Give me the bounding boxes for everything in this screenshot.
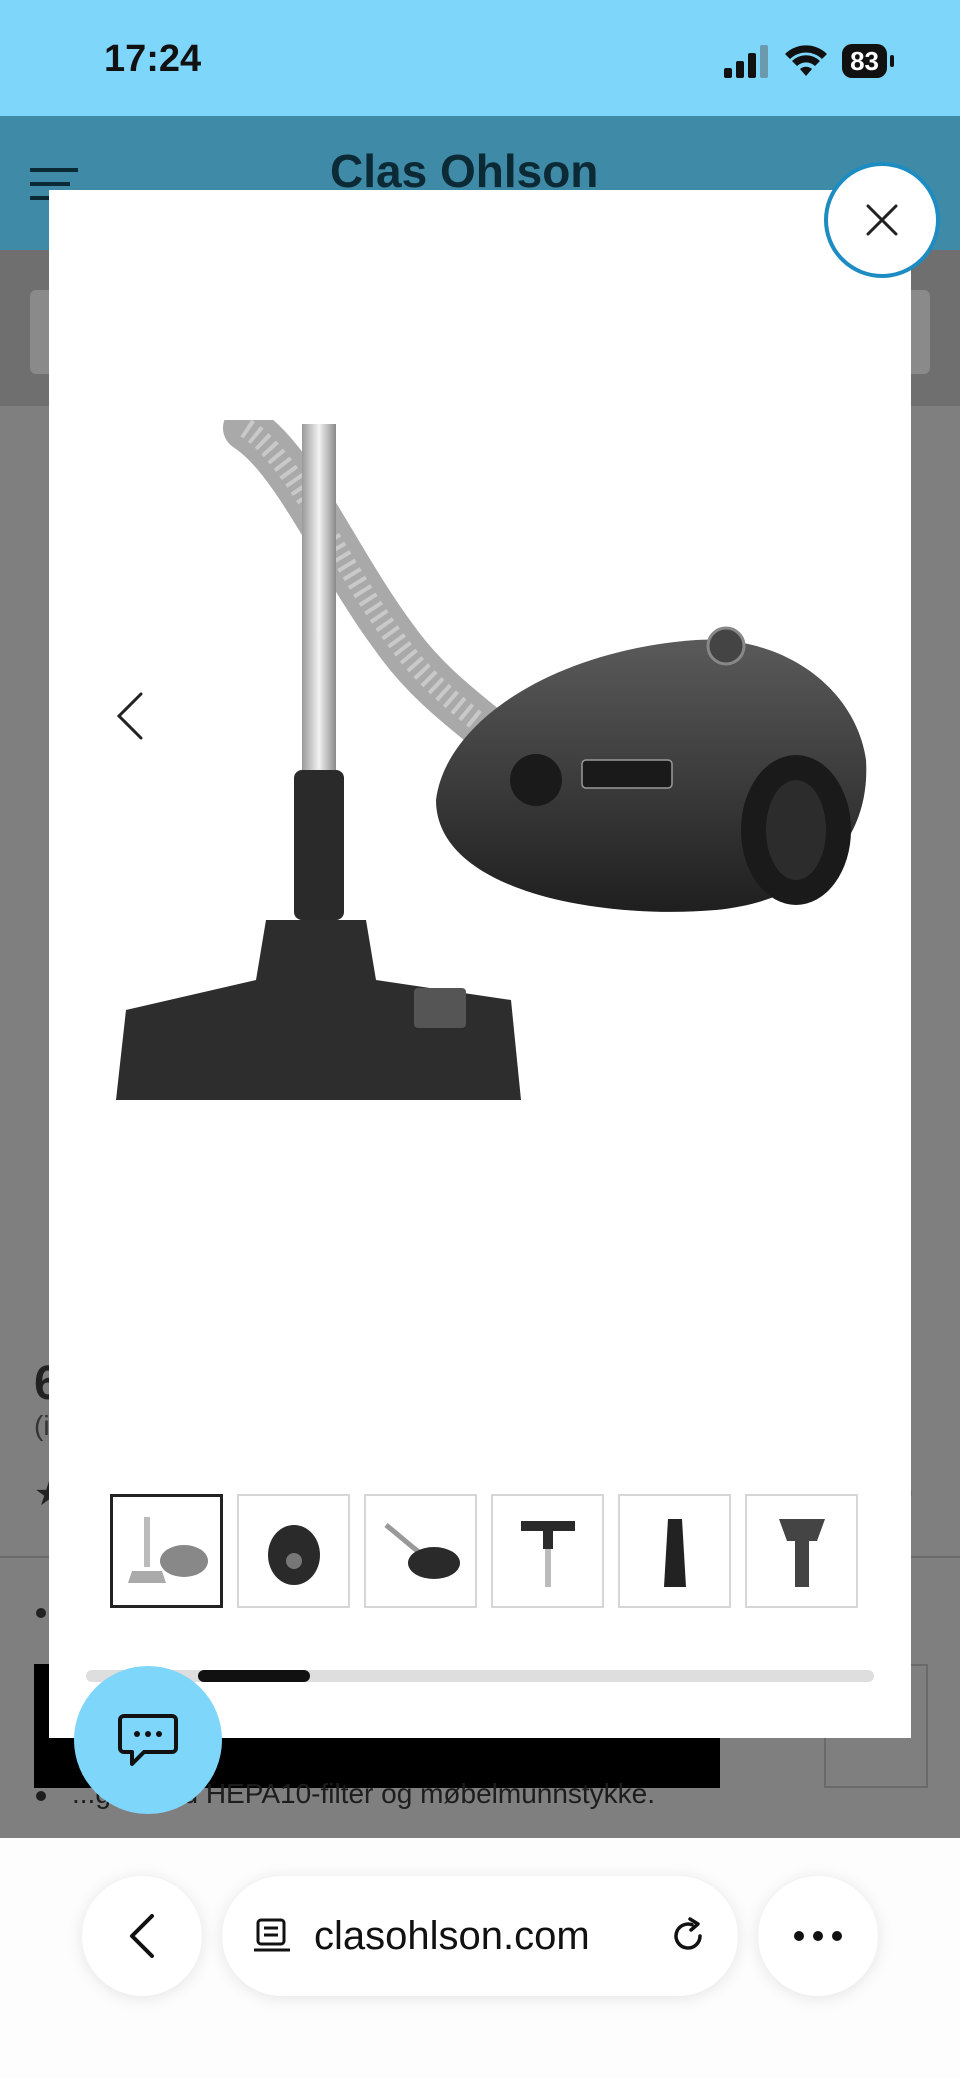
vacuum-front-thumb-icon [267, 1525, 320, 1585]
chat-icon [118, 1714, 178, 1766]
chevron-left-icon [130, 1914, 154, 1958]
wifi-icon [785, 45, 828, 76]
close-icon [866, 204, 898, 236]
thumbnail-6[interactable] [745, 1494, 858, 1608]
reload-icon[interactable] [668, 1916, 708, 1956]
vacuum-full-thumb-icon [127, 1517, 208, 1583]
vacuum-side-thumb-icon [383, 1523, 460, 1579]
background-bullet [36, 1608, 46, 1618]
floor-nozzle-thumb-icon [520, 1521, 575, 1587]
thumbnail-2[interactable] [237, 1494, 350, 1608]
thumbnail-3[interactable] [364, 1494, 477, 1608]
thumbnail-5[interactable] [618, 1494, 731, 1608]
crevice-tool-thumb-icon [663, 1519, 686, 1587]
product-image [116, 420, 867, 1100]
close-button[interactable] [824, 162, 940, 278]
thumbnail-4[interactable] [491, 1494, 604, 1608]
chat-button[interactable] [74, 1666, 222, 1814]
reader-icon [254, 1918, 290, 1952]
status-icons: 83 [724, 44, 894, 78]
browser-more-button[interactable] [758, 1876, 878, 1996]
scrollbar-thumb[interactable] [198, 1670, 310, 1682]
status-bar: 17:24 83 [0, 0, 960, 116]
more-icon [794, 1931, 842, 1941]
browser-back-button[interactable] [82, 1876, 202, 1996]
battery-icon: 83 [842, 44, 894, 78]
signal-icon [724, 45, 769, 78]
thumbnail-scrollbar[interactable] [86, 1670, 874, 1682]
url-text: clasohlson.com [314, 1913, 590, 1958]
thumbnail-strip [110, 1494, 858, 1608]
status-time: 17:24 [104, 38, 202, 80]
background-incl-text: (i [34, 1410, 50, 1441]
address-bar[interactable]: clasohlson.com [222, 1876, 738, 1996]
browser-toolbar: clasohlson.com [0, 1838, 960, 2078]
thumbnail-1[interactable] [110, 1494, 223, 1608]
brush-tool-thumb-icon [778, 1519, 825, 1587]
battery-level: 83 [842, 44, 887, 78]
